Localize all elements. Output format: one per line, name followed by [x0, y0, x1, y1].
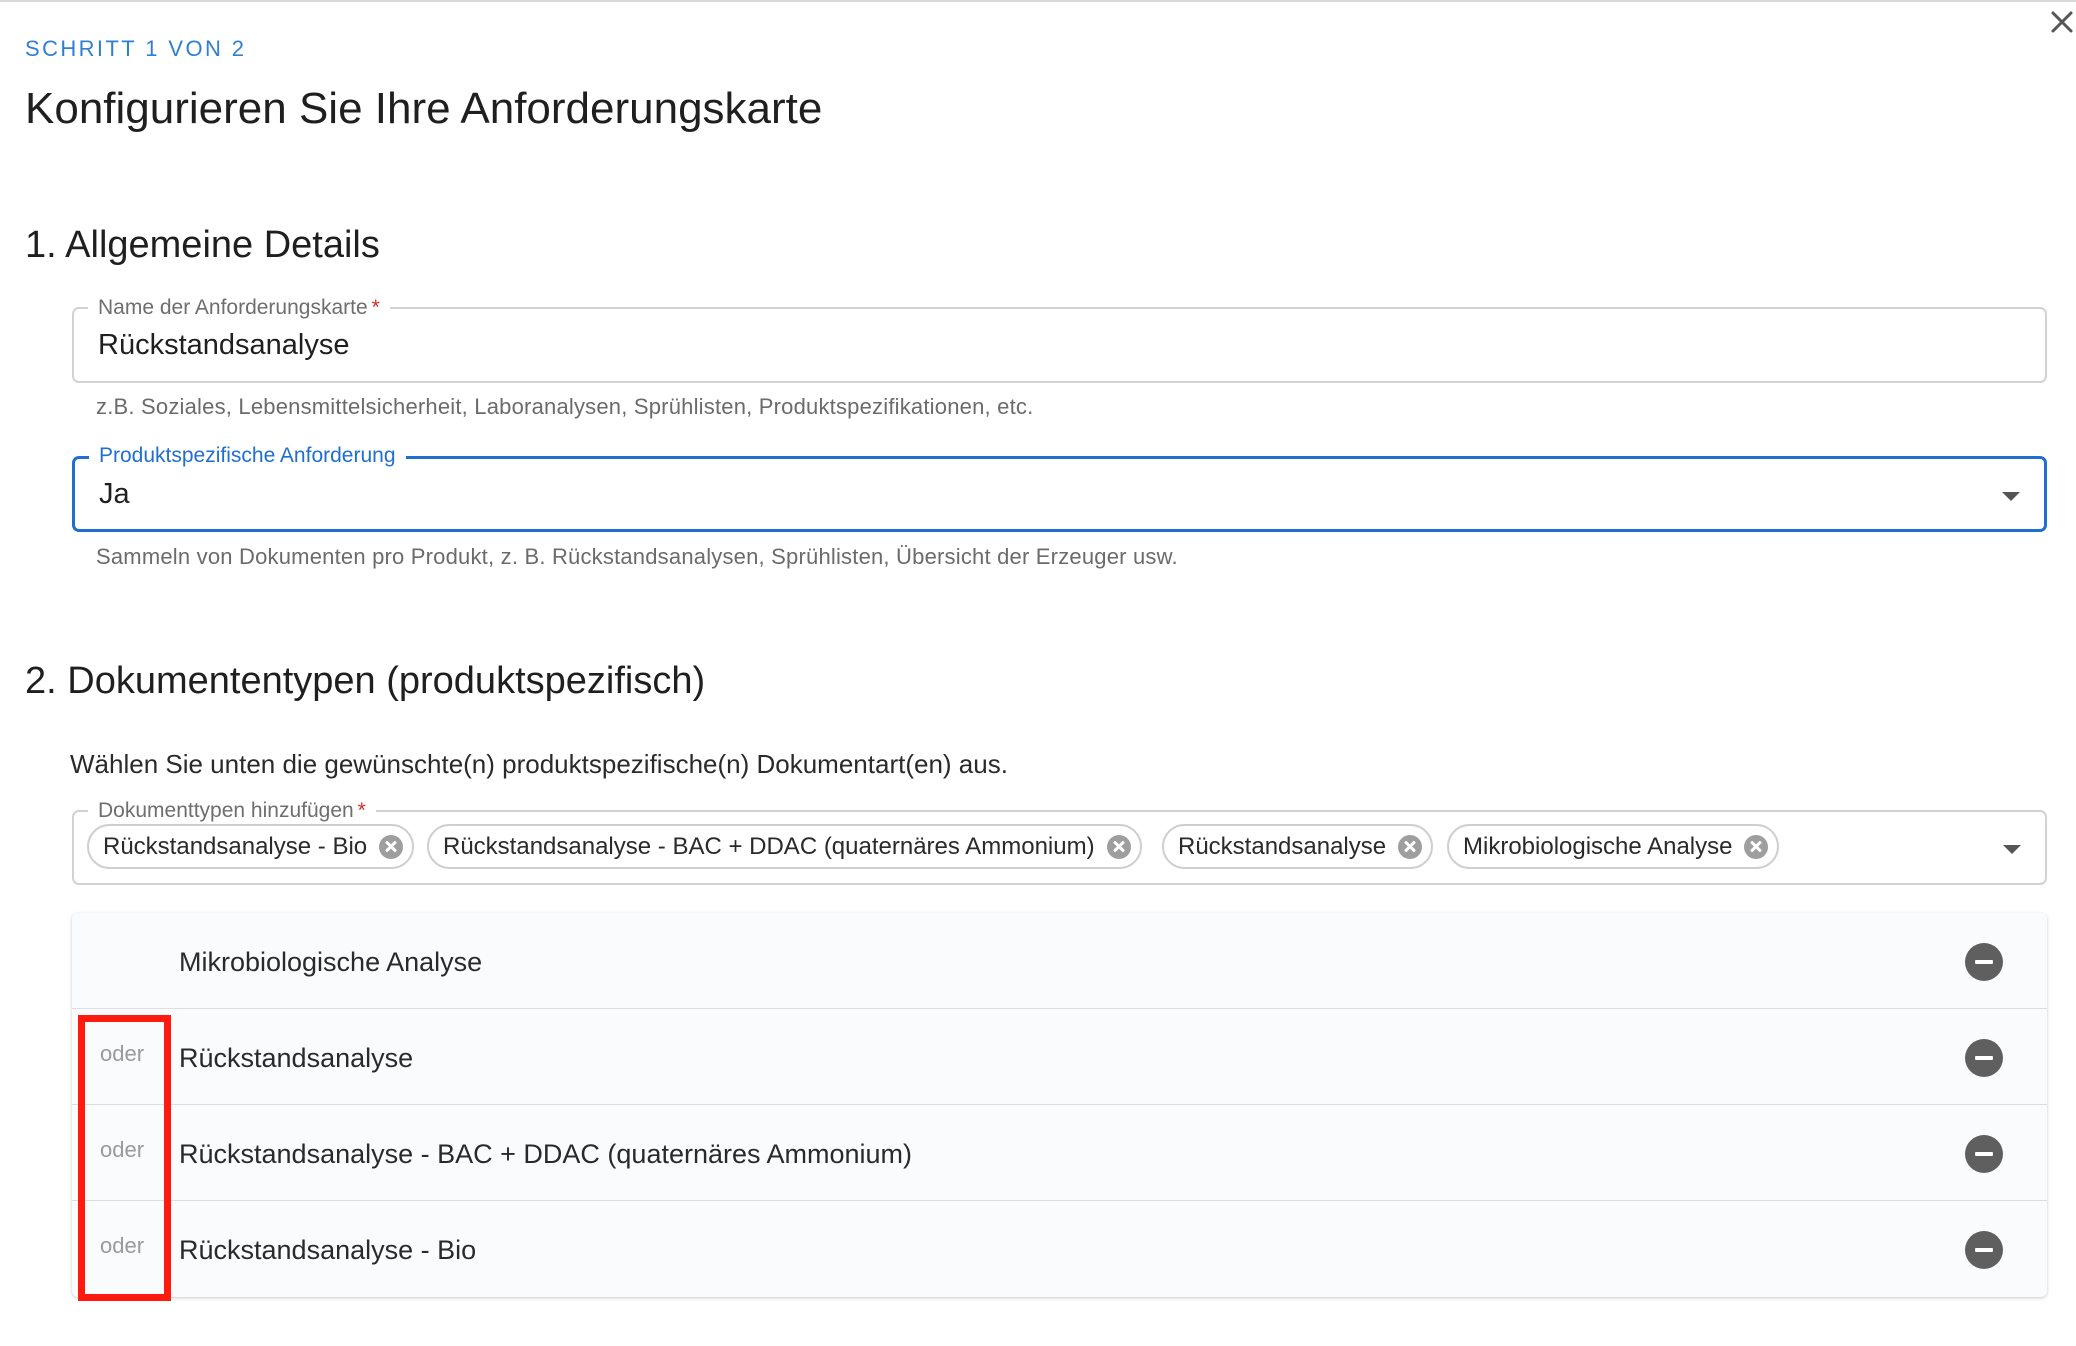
document-types-label: Dokumenttypen hinzufügen *	[88, 799, 376, 823]
document-type-label: Rückstandsanalyse	[179, 1043, 414, 1073]
cancel-circle-icon[interactable]	[379, 834, 404, 859]
chevron-down-icon[interactable]	[2003, 845, 2021, 854]
chip-label: Rückstandsanalyse - Bio	[103, 832, 368, 860]
remove-circle-icon[interactable]	[1965, 1039, 2003, 1077]
document-type-label: Mikrobiologische Analyse	[179, 947, 483, 977]
chevron-down-icon[interactable]	[2002, 492, 2020, 501]
chip-label: Rückstandsanalyse - BAC + DDAC (quaternä…	[443, 832, 1095, 860]
product-specific-value[interactable]: Ja	[99, 478, 130, 511]
remove-circle-icon[interactable]	[1965, 1135, 2003, 1173]
chip-rueckstandsanalyse-bio[interactable]: Rückstandsanalyse - Bio	[87, 824, 415, 869]
document-type-label: Rückstandsanalyse - BAC + DDAC (quaternä…	[179, 1139, 913, 1169]
required-mark: *	[371, 296, 380, 319]
chip-label: Rückstandsanalyse	[1178, 832, 1387, 860]
card-name-helper: z.B. Soziales, Lebensmittelsicherheit, L…	[96, 394, 1034, 419]
card-name-label: Name der Anforderungskarte *	[88, 296, 390, 320]
section-document-types-title: 2. Dokumententypen (produktspezifisch)	[25, 660, 706, 702]
close-button[interactable]	[2044, 4, 2076, 40]
chip-rueckstandsanalyse[interactable]: Rückstandsanalyse	[1162, 824, 1434, 869]
selected-document-types-list: Mikrobiologische Analyse oder Rückstands…	[72, 913, 2047, 1297]
list-item: oder Rückstandsanalyse - BAC + DDAC (qua…	[72, 1105, 2047, 1201]
chip-label: Mikrobiologische Analyse	[1463, 832, 1733, 860]
section-general-details-title: 1. Allgemeine Details	[25, 224, 380, 266]
card-name-input[interactable]: Rückstandsanalyse	[98, 329, 349, 362]
cancel-circle-icon[interactable]	[1744, 834, 1769, 859]
top-divider	[0, 0, 2076, 2]
product-specific-select[interactable]: Produktspezifische Anforderung Ja	[72, 444, 2047, 532]
card-name-field[interactable]: Name der Anforderungskarte * Rückstandsan…	[72, 296, 2047, 383]
list-item: oder Rückstandsanalyse - Bio	[72, 1201, 2047, 1297]
chip-mikrobiologische-analyse[interactable]: Mikrobiologische Analyse	[1447, 824, 1780, 869]
product-specific-label: Produktspezifische Anforderung	[89, 444, 406, 468]
highlight-annotation-box	[78, 1015, 171, 1301]
remove-circle-icon[interactable]	[1965, 1231, 2003, 1269]
product-specific-helper: Sammeln von Dokumenten pro Produkt, z. B…	[96, 544, 1178, 569]
list-item: oder Rückstandsanalyse	[72, 1009, 2047, 1105]
cancel-circle-icon[interactable]	[1106, 834, 1131, 859]
remove-circle-icon[interactable]	[1965, 943, 2003, 981]
document-types-multiselect[interactable]: Dokumenttypen hinzufügen * Rückstandsanal…	[72, 799, 2047, 885]
document-type-label: Rückstandsanalyse - Bio	[179, 1235, 477, 1265]
chip-rueckstandsanalyse-bac-ddac[interactable]: Rückstandsanalyse - BAC + DDAC (quaternä…	[427, 824, 1142, 869]
cancel-circle-icon[interactable]	[1398, 834, 1423, 859]
document-types-instruction: Wählen Sie unten die gewünschte(n) produ…	[70, 749, 1008, 779]
step-indicator: SCHRITT 1 VON 2	[25, 36, 247, 61]
close-icon	[2051, 11, 2073, 33]
list-item: Mikrobiologische Analyse	[72, 913, 2047, 1009]
page-title: Konfigurieren Sie Ihre Anforderungskarte	[25, 84, 823, 133]
required-mark: *	[357, 799, 366, 822]
